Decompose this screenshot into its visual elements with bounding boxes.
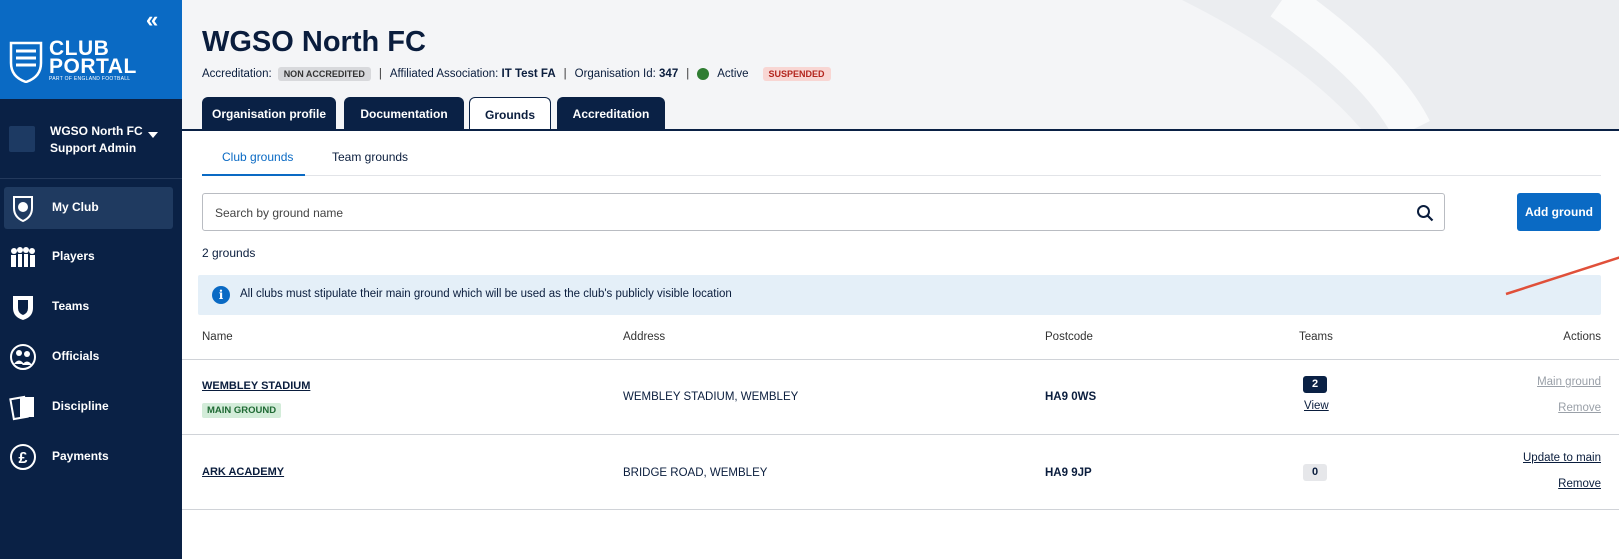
- sidebar-item-officials[interactable]: Officials: [4, 336, 173, 378]
- add-ground-button[interactable]: Add ground: [1517, 193, 1601, 231]
- table-divider: [182, 359, 1619, 360]
- tab-organisation-profile[interactable]: Organisation profile: [202, 97, 336, 131]
- column-header-actions: Actions: [1563, 331, 1601, 343]
- sidebar-item-teams[interactable]: Teams: [4, 286, 173, 328]
- sidebar: « CLUB PORTAL PART OF ENGLAND FOOTBALL W…: [0, 0, 182, 559]
- divider: |: [686, 68, 690, 80]
- update-to-main-button[interactable]: Update to main: [1523, 452, 1601, 464]
- org-meta: Accreditation: NON ACCREDITED | Affiliat…: [202, 67, 831, 81]
- view-teams-link[interactable]: View: [1304, 400, 1329, 412]
- svg-text:£: £: [19, 450, 28, 467]
- accreditation-label: Accreditation:: [202, 68, 272, 80]
- active-subtab-indicator: [202, 174, 305, 176]
- tab-grounds[interactable]: Grounds: [469, 97, 551, 131]
- org-id-label: Organisation Id:: [574, 68, 656, 80]
- main-ground-badge: MAIN GROUND: [202, 403, 282, 418]
- tabs-divider: [182, 129, 1619, 131]
- sidebar-item-label: Officials: [52, 349, 100, 363]
- pound-icon: £: [10, 444, 36, 470]
- status-badge: SUSPENDED: [762, 67, 831, 81]
- officials-icon: [10, 344, 36, 370]
- avatar: [9, 126, 35, 152]
- user-name: WGSO North FC: [50, 124, 143, 138]
- chevron-down-icon[interactable]: [148, 132, 158, 138]
- team-count-badge: 2: [1303, 376, 1327, 393]
- tab-accreditation[interactable]: Accreditation: [557, 97, 665, 131]
- org-id-value: 347: [659, 68, 679, 80]
- players-icon: [11, 247, 35, 267]
- status-text: Active: [717, 68, 749, 80]
- sidebar-item-label: Teams: [52, 299, 90, 313]
- divider: |: [563, 68, 567, 80]
- accreditation-badge: NON ACCREDITED: [277, 67, 371, 81]
- subtab-team-grounds[interactable]: Team grounds: [332, 150, 408, 164]
- subtabs-divider: [202, 175, 1601, 176]
- info-text: All clubs must stipulate their main grou…: [240, 288, 732, 300]
- user-role: Support Admin: [50, 141, 137, 155]
- postcode-cell: HA9 0WS: [1045, 391, 1097, 403]
- column-header-address: Address: [623, 331, 666, 343]
- tab-documentation[interactable]: Documentation: [344, 97, 464, 131]
- table-divider: [182, 509, 1619, 510]
- divider: |: [378, 68, 382, 80]
- ground-name-link[interactable]: ARK ACADEMY: [202, 466, 284, 478]
- table-divider: [182, 434, 1619, 435]
- address-cell: BRIDGE ROAD, WEMBLEY: [623, 467, 768, 479]
- sidebar-item-discipline[interactable]: Discipline: [4, 386, 173, 428]
- column-header-teams: Teams: [1299, 331, 1333, 343]
- column-header-name: Name: [202, 331, 233, 343]
- address-cell: WEMBLEY STADIUM, WEMBLEY: [623, 391, 799, 403]
- sidebar-item-label: Payments: [52, 449, 109, 463]
- sidebar-item-label: Discipline: [52, 399, 109, 413]
- sidebar-item-label: Players: [52, 249, 95, 263]
- cards-icon: [9, 395, 34, 421]
- search-input[interactable]: [215, 203, 1395, 223]
- logo-text: CLUB PORTAL: [49, 37, 137, 78]
- subtab-club-grounds[interactable]: Club grounds: [222, 150, 293, 164]
- sidebar-item-label: My Club: [52, 200, 99, 214]
- logo-subtext: PART OF ENGLAND FOOTBALL: [49, 76, 131, 82]
- main-content: WGSO North FC Accreditation: NON ACCREDI…: [182, 0, 1619, 559]
- grounds-count: 2 grounds: [202, 246, 256, 260]
- three-lions-logo-icon: [9, 41, 43, 83]
- ground-name-link[interactable]: WEMBLEY STADIUM: [202, 380, 310, 392]
- page-title: WGSO North FC: [202, 26, 426, 58]
- column-header-postcode: Postcode: [1045, 331, 1093, 343]
- remove-button[interactable]: Remove: [1558, 478, 1601, 490]
- teams-icon: [13, 296, 33, 320]
- collapse-sidebar-icon[interactable]: «: [146, 8, 166, 32]
- user-switcher[interactable]: WGSO North FC Support Admin: [0, 99, 182, 179]
- team-count-badge: 0: [1303, 464, 1327, 481]
- sidebar-item-my-club[interactable]: My Club: [4, 187, 173, 229]
- sidebar-item-payments[interactable]: £ Payments: [4, 436, 173, 478]
- remove-button[interactable]: Remove: [1558, 402, 1601, 414]
- postcode-cell: HA9 9JP: [1045, 467, 1092, 479]
- affiliated-value: IT Test FA: [501, 68, 556, 80]
- search-box: [202, 193, 1445, 231]
- sidebar-item-players[interactable]: Players: [4, 236, 173, 278]
- shield-icon: [13, 196, 33, 223]
- logo-area: « CLUB PORTAL PART OF ENGLAND FOOTBALL: [0, 0, 182, 99]
- affiliated-label: Affiliated Association:: [389, 68, 499, 80]
- search-icon[interactable]: [1416, 204, 1434, 222]
- main-ground-action[interactable]: Main ground: [1537, 376, 1601, 388]
- info-icon: i: [212, 286, 230, 304]
- info-banner: i All clubs must stipulate their main gr…: [198, 275, 1601, 315]
- status-dot-icon: [697, 68, 710, 80]
